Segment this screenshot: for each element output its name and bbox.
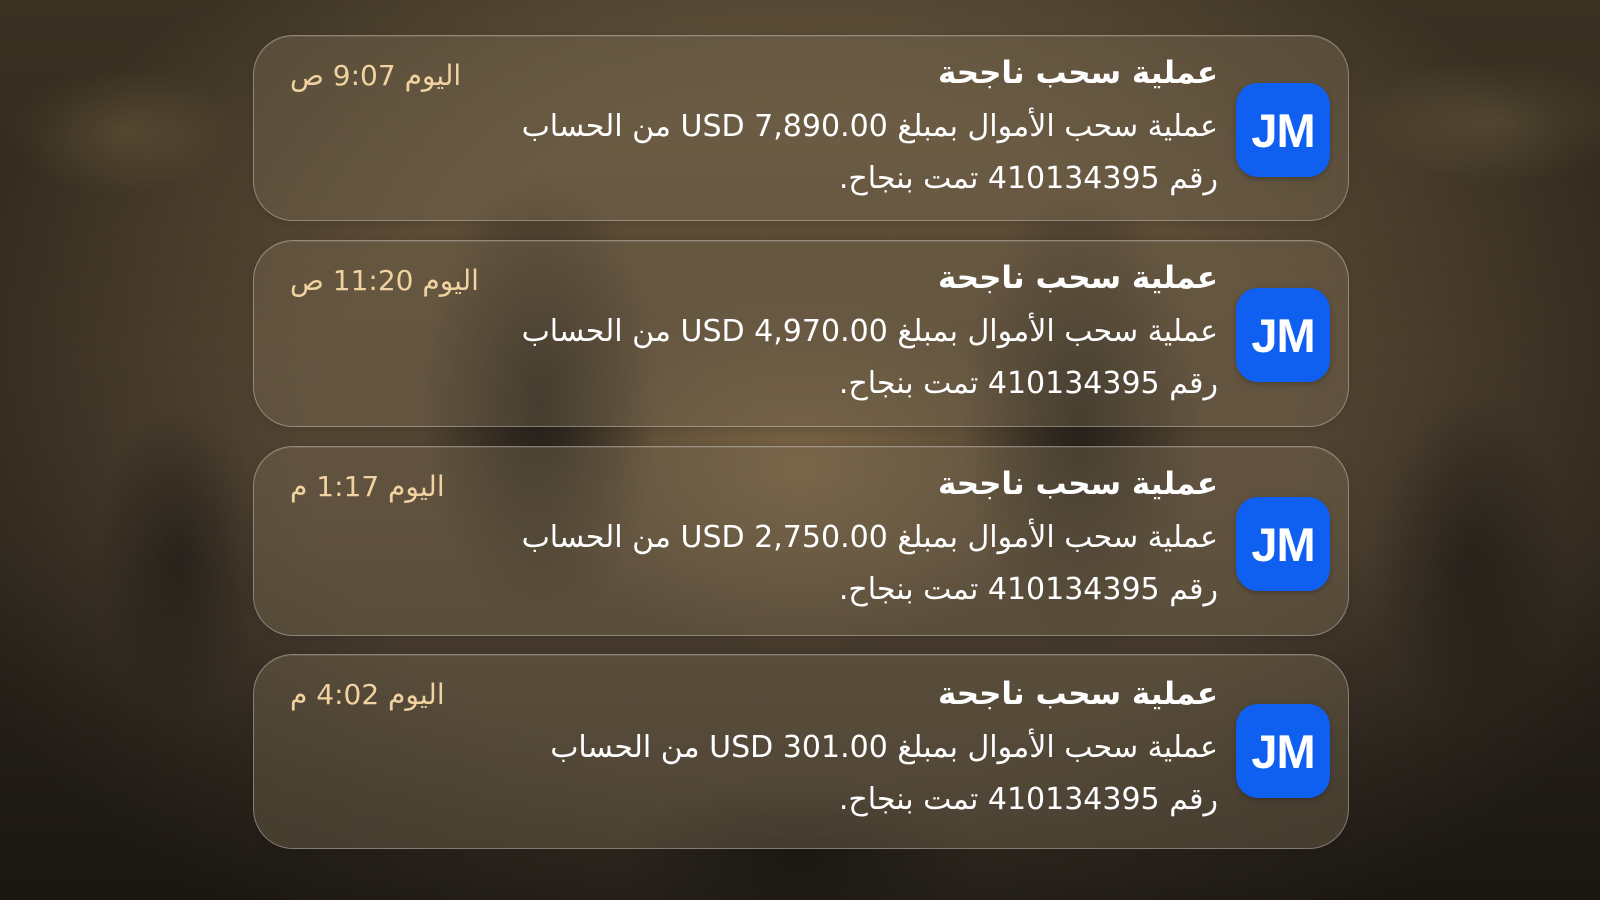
body-line-2: رقم 410134395 تمت بنجاح. xyxy=(298,774,1218,826)
body-suffix: من الحساب xyxy=(521,109,671,144)
app-icon-label: JM xyxy=(1251,308,1315,362)
account-prefix: رقم xyxy=(1169,782,1218,817)
withdrawal-amount: USD 7,890.00 xyxy=(680,109,888,144)
app-icon-label: JM xyxy=(1251,517,1315,571)
body-suffix: من الحساب xyxy=(521,520,671,555)
body-line-1: عملية سحب الأموال بمبلغ USD 2,750.00 من … xyxy=(298,512,1218,564)
body-line-2: رقم 410134395 تمت بنجاح. xyxy=(298,153,1218,205)
notification-title: عملية سحب ناجحة xyxy=(937,55,1218,91)
notification-body: عملية سحب الأموال بمبلغ USD 2,750.00 من … xyxy=(298,512,1218,616)
account-prefix: رقم xyxy=(1169,161,1218,196)
body-prefix: عملية سحب الأموال بمبلغ xyxy=(897,730,1218,765)
body-suffix: من الحساب xyxy=(550,730,700,765)
withdrawal-amount: USD 2,750.00 xyxy=(680,520,888,555)
notification-title: عملية سحب ناجحة xyxy=(937,466,1218,502)
notification-body: عملية سحب الأموال بمبلغ USD 301.00 من ال… xyxy=(298,722,1218,826)
app-icon-jm: JM xyxy=(1236,83,1330,177)
notification-title: عملية سحب ناجحة xyxy=(937,676,1218,712)
notification-content: عملية سحب ناجحة عملية سحب الأموال بمبلغ … xyxy=(298,256,1218,410)
withdrawal-amount: USD 4,970.00 xyxy=(680,314,888,349)
body-line-2: رقم 410134395 تمت بنجاح. xyxy=(298,564,1218,616)
body-line-1: عملية سحب الأموال بمبلغ USD 301.00 من ال… xyxy=(298,722,1218,774)
app-icon-jm: JM xyxy=(1236,497,1330,591)
account-prefix: رقم xyxy=(1169,572,1218,607)
body-prefix: عملية سحب الأموال بمبلغ xyxy=(897,314,1218,349)
account-number: 410134395 xyxy=(987,782,1160,817)
status-text: تمت بنجاح. xyxy=(838,366,979,401)
body-suffix: من الحساب xyxy=(521,314,671,349)
notification-stack: JM اليوم 9:07 ص عملية سحب ناجحة عملية سح… xyxy=(0,0,1600,900)
body-prefix: عملية سحب الأموال بمبلغ xyxy=(897,520,1218,555)
body-line-1: عملية سحب الأموال بمبلغ USD 7,890.00 من … xyxy=(298,101,1218,153)
notification-body: عملية سحب الأموال بمبلغ USD 4,970.00 من … xyxy=(298,306,1218,410)
notification-content: عملية سحب ناجحة عملية سحب الأموال بمبلغ … xyxy=(298,51,1218,205)
app-icon-label: JM xyxy=(1251,103,1315,157)
status-text: تمت بنجاح. xyxy=(838,572,979,607)
app-icon-label: JM xyxy=(1251,724,1315,778)
body-line-2: رقم 410134395 تمت بنجاح. xyxy=(298,358,1218,410)
account-number: 410134395 xyxy=(987,161,1160,196)
notification-body: عملية سحب الأموال بمبلغ USD 7,890.00 من … xyxy=(298,101,1218,205)
app-icon-jm: JM xyxy=(1236,288,1330,382)
account-number: 410134395 xyxy=(987,366,1160,401)
notification-card[interactable]: JM اليوم 11:20 ص عملية سحب ناجحة عملية س… xyxy=(253,240,1349,427)
status-text: تمت بنجاح. xyxy=(838,161,979,196)
status-text: تمت بنجاح. xyxy=(838,782,979,817)
notification-content: عملية سحب ناجحة عملية سحب الأموال بمبلغ … xyxy=(298,462,1218,616)
notification-card[interactable]: JM اليوم 9:07 ص عملية سحب ناجحة عملية سح… xyxy=(253,35,1349,221)
notification-content: عملية سحب ناجحة عملية سحب الأموال بمبلغ … xyxy=(298,672,1218,826)
app-icon-jm: JM xyxy=(1236,704,1330,798)
body-line-1: عملية سحب الأموال بمبلغ USD 4,970.00 من … xyxy=(298,306,1218,358)
account-prefix: رقم xyxy=(1169,366,1218,401)
account-number: 410134395 xyxy=(987,572,1160,607)
notification-card[interactable]: JM اليوم 4:02 م عملية سحب ناجحة عملية سح… xyxy=(253,654,1349,849)
notification-card[interactable]: JM اليوم 1:17 م عملية سحب ناجحة عملية سح… xyxy=(253,446,1349,636)
body-prefix: عملية سحب الأموال بمبلغ xyxy=(897,109,1218,144)
withdrawal-amount: USD 301.00 xyxy=(709,730,888,765)
notification-title: عملية سحب ناجحة xyxy=(937,260,1218,296)
